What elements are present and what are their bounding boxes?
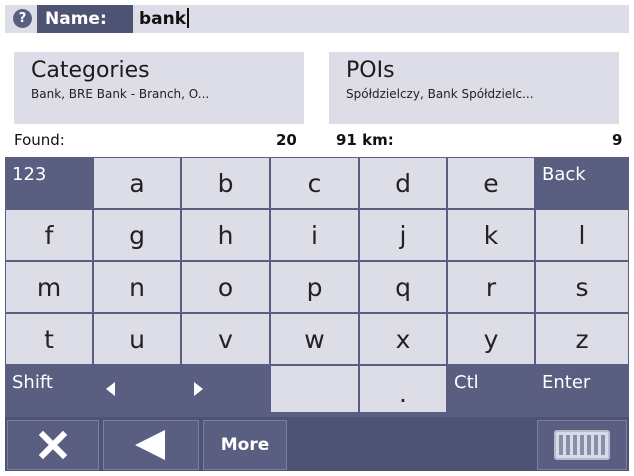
key-i[interactable]: i [271,210,358,260]
found-count: 20 [276,131,297,149]
key-u[interactable]: u [94,314,180,364]
key-123[interactable]: 123 [6,158,92,208]
back-button[interactable] [103,420,199,470]
question-icon[interactable]: ? [13,9,32,28]
key-b[interactable]: b [182,158,269,208]
key-d[interactable]: d [360,158,446,208]
key-k[interactable]: k [448,210,534,260]
arrow-right-icon [194,382,203,396]
key-e[interactable]: e [448,158,534,208]
back-arrow-icon [135,430,165,460]
keyboard-button[interactable] [537,420,627,470]
pois-subtitle: Spółdzielczy, Bank Spółdzielc... [346,87,534,101]
key-dot[interactable]: . [360,366,446,412]
key-y[interactable]: y [448,314,534,364]
search-bar: ? Name: bank [5,5,629,33]
key-a[interactable]: a [94,158,180,208]
cursor-right-key[interactable] [182,366,269,412]
bottom-toolbar: More [5,417,629,471]
close-icon [38,430,68,460]
key-x[interactable]: x [360,314,446,364]
categories-title: Categories [31,58,150,83]
cursor-left-key[interactable] [94,366,180,412]
key-o[interactable]: o [182,262,269,312]
key-j[interactable]: j [360,210,446,260]
key-t[interactable]: t [6,314,92,364]
found-row: Found: 20 91 km: 9 [14,131,622,151]
name-label: Name: [37,5,133,33]
close-button[interactable] [7,420,99,470]
search-input[interactable]: bank [139,5,619,33]
space-key[interactable] [271,366,358,412]
search-value: bank [139,9,187,29]
ctl-key[interactable]: Ctl [448,366,534,412]
key-v[interactable]: v [182,314,269,364]
pois-title: POIs [346,58,395,83]
categories-button[interactable]: Categories Bank, BRE Bank - Branch, O... [14,52,304,124]
key-m[interactable]: m [6,262,92,312]
key-r[interactable]: r [448,262,534,312]
shift-key[interactable]: Shift [6,366,92,412]
key-q[interactable]: q [360,262,446,312]
key-p[interactable]: p [271,262,358,312]
keyboard-icon [554,430,610,460]
more-button[interactable]: More [203,420,287,470]
distance-count: 9 [612,131,623,149]
key-w[interactable]: w [271,314,358,364]
key-c[interactable]: c [271,158,358,208]
text-caret [187,8,190,28]
key-g[interactable]: g [94,210,180,260]
found-label: Found: [14,131,65,149]
on-screen-keyboard: 123 a b c d e Back f g h i j k l m n o p… [5,157,629,461]
distance-label: 91 km: [336,131,394,149]
pois-button[interactable]: POIs Spółdzielczy, Bank Spółdzielc... [329,52,619,124]
key-f[interactable]: f [6,210,92,260]
key-n[interactable]: n [94,262,180,312]
key-s[interactable]: s [536,262,628,312]
key-l[interactable]: l [536,210,628,260]
arrow-left-icon [106,382,115,396]
categories-subtitle: Bank, BRE Bank - Branch, O... [31,87,210,101]
enter-key[interactable]: Enter [536,366,628,412]
back-key[interactable]: Back [536,158,628,208]
key-z[interactable]: z [536,314,628,364]
key-h[interactable]: h [182,210,269,260]
